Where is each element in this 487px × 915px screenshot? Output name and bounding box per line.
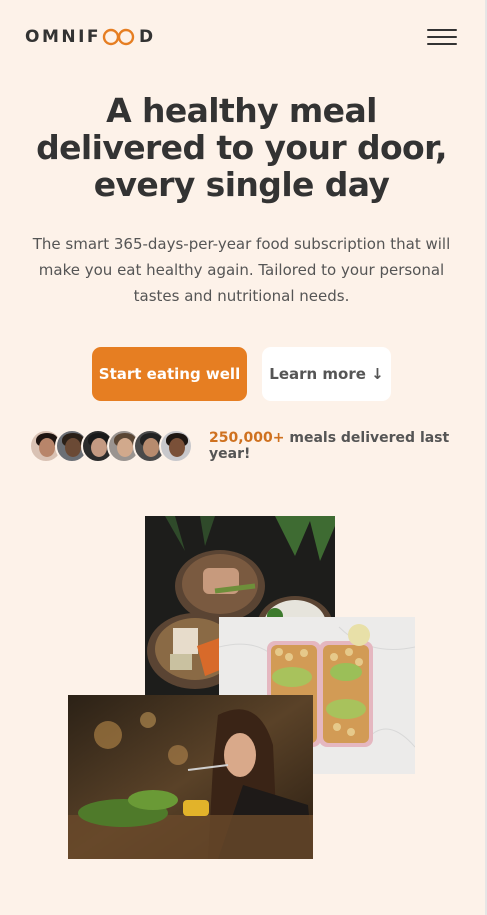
logo-text-right: D — [139, 27, 156, 47]
start-eating-well-button[interactable]: Start eating well — [92, 347, 247, 401]
logo-text-left: OMNIF — [25, 27, 102, 47]
site-header: OMNIF D — [25, 24, 457, 50]
delivered-text: 250,000+ meals delivered last year! — [209, 430, 487, 462]
delivered-count: 250,000+ — [209, 430, 285, 446]
avatar — [159, 429, 193, 463]
learn-more-button[interactable]: Learn more ↓ — [262, 347, 391, 401]
delivered-meals: 250,000+ meals delivered last year! — [29, 428, 487, 464]
menu-icon[interactable] — [427, 27, 457, 47]
customer-avatars — [29, 429, 193, 463]
infinity-logo-icon — [102, 28, 135, 46]
woman-eating-photo — [68, 695, 313, 859]
omnifood-logo[interactable]: OMNIF D — [25, 27, 156, 47]
hero-title: A healthy meal delivered to your door, e… — [36, 91, 447, 204]
hero-description: The smart 365-days-per-year food subscri… — [32, 235, 451, 305]
